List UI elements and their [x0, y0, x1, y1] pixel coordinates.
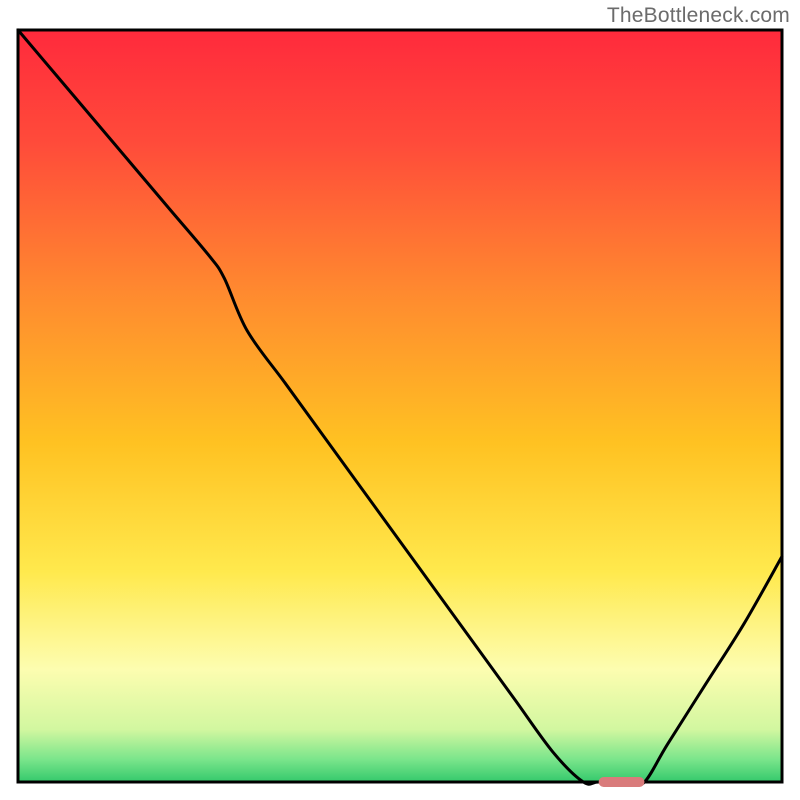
optimum-marker	[599, 777, 645, 787]
chart-container: { "watermark": "TheBottleneck.com", "cha…	[0, 0, 800, 800]
bottleneck-chart	[0, 0, 800, 800]
watermark: TheBottleneck.com	[607, 4, 790, 28]
plot-background	[18, 30, 782, 782]
